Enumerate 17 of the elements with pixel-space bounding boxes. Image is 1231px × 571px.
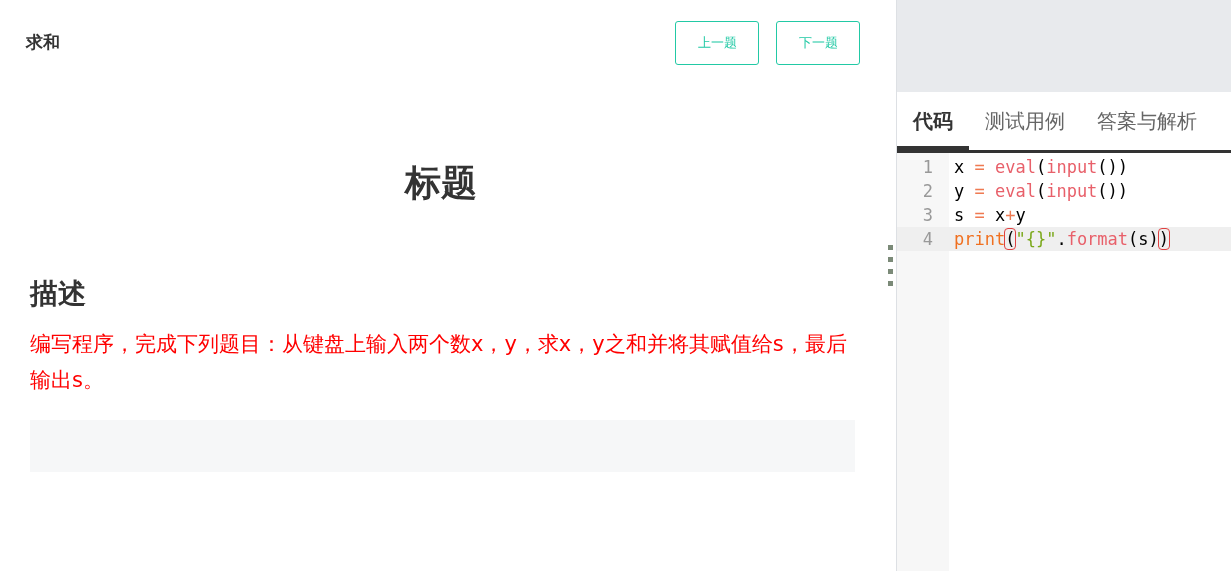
code-line: s = x+y [954,204,1026,227]
drag-handle-icon[interactable] [888,245,893,286]
code-line: x = eval(input()) [954,156,1129,179]
line-number: 3 [921,204,934,227]
code-line: print("{}".format(s)) [954,228,1170,251]
line-number: 2 [921,180,934,203]
description-text: 编写程序，完成下列题目：从键盘上输入两个数x，y，求x，y之和并将其赋值给s，最后输出s。 [30,331,848,394]
tab[interactable]: 答案与解析 [1081,92,1213,150]
line-number: 4 [921,228,934,251]
code-editor[interactable]: 1 x = eval(input()) 2 y = eval(input()) 3 s = x+y 4 print("{}".format(s)) [897,153,1231,571]
code-line: y = eval(input()) [954,180,1129,203]
tab[interactable]: 代码 [897,92,969,150]
section-title: 描述 [30,276,87,312]
line-number: 1 [921,156,934,179]
problem-title: 求和 [26,30,60,54]
tab[interactable]: 测试用例 [969,92,1081,150]
page-heading: 标题 [403,161,478,205]
